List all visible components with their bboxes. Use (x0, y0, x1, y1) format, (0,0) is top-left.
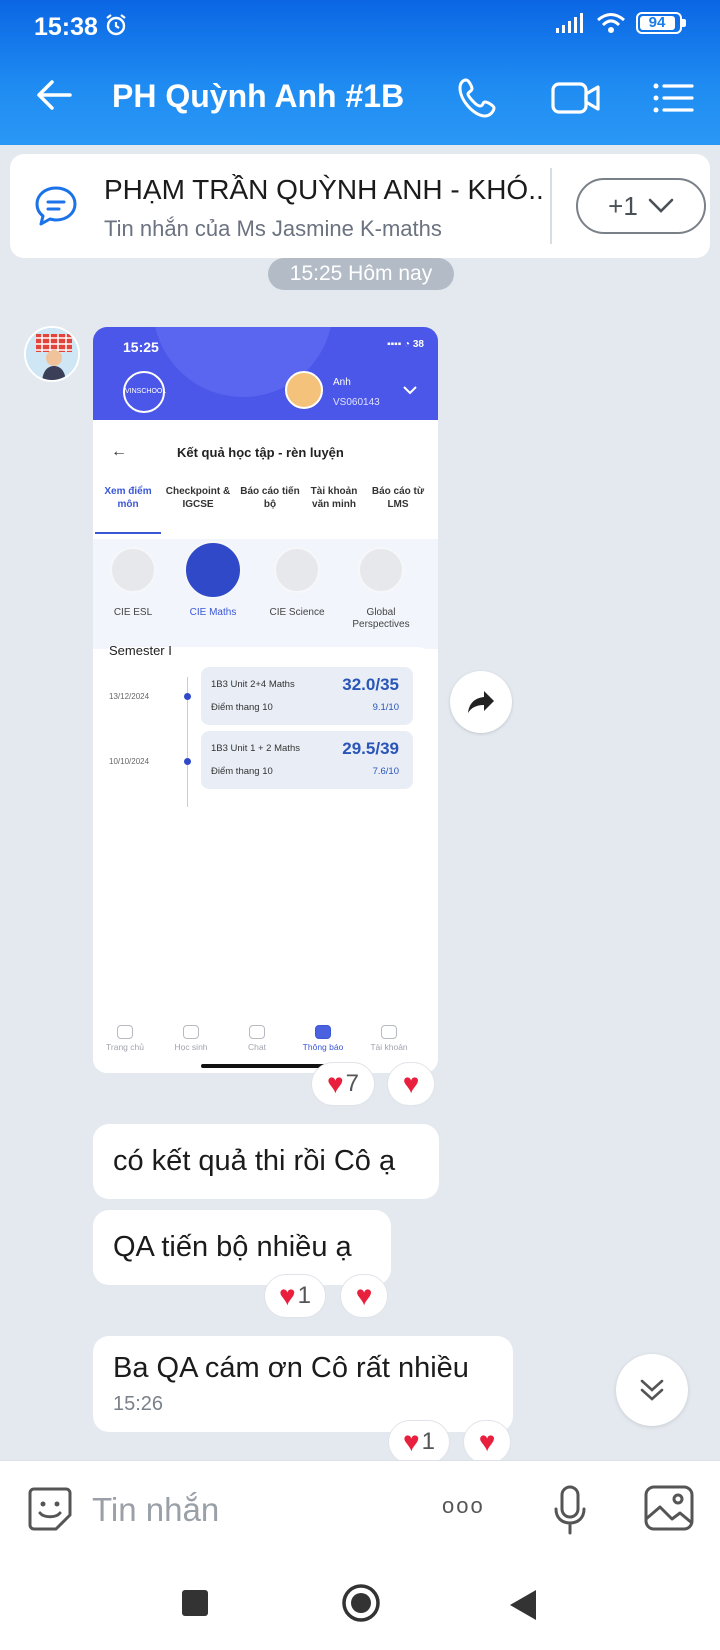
heart-icon: ♥ (327, 1068, 344, 1099)
battery-icon: 94 (636, 12, 686, 34)
pinned-subtitle: Tin nhắn của Ms Jasmine K-maths (104, 216, 442, 241)
sticker-icon[interactable] (26, 1485, 74, 1533)
react-button[interactable]: ♥ (387, 1062, 435, 1106)
image-tab: Báo cáo tiến bộ (240, 486, 300, 510)
system-nav-bar (0, 1558, 720, 1650)
image-nav-item: Tài khoản (359, 1025, 419, 1052)
reaction-count[interactable]: ♥ 7 (311, 1062, 375, 1106)
image-subject: CIE Maths (173, 541, 253, 619)
school-logo: VINSCHOOL (123, 371, 166, 413)
status-bar: 15:38 94 (0, 0, 720, 50)
shared-image-message[interactable]: 15:25 ▪▪▪▪ ◔ 38 VINSCHOOL Anh VS060143 ←… (93, 327, 438, 1073)
react-button[interactable]: ♥ (340, 1274, 388, 1318)
message-time: 15:26 (113, 1393, 164, 1415)
image-subject: CIE ESL (93, 547, 173, 619)
image-app-header: 15:25 ▪▪▪▪ ◔ 38 VINSCHOOL Anh VS060143 (93, 327, 438, 420)
image-tabs: Xem điểm môn Checkpoint & IGCSE Báo cáo … (93, 485, 438, 535)
sender-avatar[interactable] (24, 326, 80, 382)
timeline-dot (184, 693, 191, 700)
message-text: QA tiến bộ nhiều ạ (113, 1231, 352, 1263)
date-separator: 15:25 Hôm nay (268, 258, 454, 290)
avatar-image (26, 328, 78, 380)
heart-icon: ♥ (478, 1426, 496, 1457)
image-tab: Tài khoản văn minh (310, 486, 358, 510)
chat-bubble-icon (35, 186, 77, 226)
home-icon[interactable] (340, 1582, 382, 1624)
image-nav-item: Học sinh (161, 1025, 221, 1052)
scroll-to-bottom-button[interactable] (616, 1354, 688, 1426)
microphone-icon[interactable] (554, 1485, 586, 1535)
image-back-arrow-icon: ← (111, 443, 127, 460)
student-avatar (285, 371, 323, 409)
student-code: VS060143 (333, 397, 380, 408)
image-tab: Xem điểm môn (104, 486, 152, 510)
react-button[interactable]: ♥ (463, 1420, 511, 1464)
image-status-time: 15:25 (123, 339, 159, 355)
pinned-more-count: +1 (608, 190, 638, 221)
signal-icon (556, 13, 583, 33)
forward-button[interactable] (450, 671, 512, 733)
student-name: Anh (333, 377, 351, 388)
forward-arrow-icon (468, 691, 494, 713)
image-nav-item: Trang chủ (95, 1025, 155, 1052)
message-bubble[interactable]: QA tiến bộ nhiều ạ (93, 1210, 391, 1285)
back-arrow-icon[interactable] (34, 75, 74, 115)
recent-apps-icon[interactable] (180, 1588, 210, 1618)
double-chevron-down-icon (640, 1379, 664, 1401)
heart-icon: ♥ (279, 1280, 296, 1311)
image-tab: Checkpoint & IGCSE (165, 486, 231, 510)
video-call-icon[interactable] (550, 76, 602, 120)
message-bubble[interactable]: có kết quả thi rồi Cô ạ (93, 1124, 439, 1199)
result-date: 13/12/2024 (109, 692, 150, 701)
status-time: 15:38 (34, 13, 98, 41)
reaction-count[interactable]: ♥ 1 (388, 1420, 450, 1464)
image-subject: CIE Science (257, 547, 337, 619)
alarm-icon (106, 14, 126, 36)
pinned-message-card[interactable]: PHẠM TRẦN QUỲNH ANH - KHÓ... Tin nhắn củ… (10, 154, 710, 258)
message-composer: Tin nhắn ooo (0, 1460, 720, 1558)
image-tab-underline (95, 532, 161, 534)
divider (550, 168, 552, 244)
result-row: 1B3 Unit 2+4 Maths Điểm thang 10 32.0/35… (201, 667, 413, 725)
message-text: Ba QA cám ơn Cô rất nhiều (113, 1352, 469, 1384)
wifi-icon (597, 13, 625, 33)
menu-list-icon[interactable] (650, 76, 694, 120)
image-semester: Semester I (109, 643, 172, 658)
pinned-more-button[interactable]: +1 (576, 178, 706, 234)
pinned-title: PHẠM TRẦN QUỲNH ANH - KHÓ... (104, 174, 544, 205)
chevron-down-icon (648, 198, 674, 213)
image-home-indicator (201, 1064, 325, 1068)
result-date: 10/10/2024 (109, 757, 150, 766)
message-text: có kết quả thi rồi Cô ạ (113, 1145, 396, 1177)
timeline-dot (184, 758, 191, 765)
image-status-battery: ▪▪▪▪ ◔ 38 (387, 339, 424, 350)
more-options-button[interactable]: ooo (442, 1493, 485, 1519)
image-tab: Báo cáo từ LMS (371, 486, 425, 510)
heart-icon: ♥ (402, 1068, 420, 1099)
image-nav-item: Chat (227, 1025, 287, 1052)
image-page-title: Kết quả học tập - rèn luyện (177, 445, 344, 460)
message-input[interactable]: Tin nhắn (92, 1491, 219, 1529)
reaction-count[interactable]: ♥ 1 (264, 1274, 326, 1318)
back-triangle-icon[interactable] (508, 1588, 538, 1622)
message-bubble[interactable]: Ba QA cám ơn Cô rất nhiều 15:26 (93, 1336, 513, 1432)
heart-icon: ♥ (403, 1426, 420, 1457)
result-row: 1B3 Unit 1 + 2 Maths Điểm thang 10 29.5/… (201, 731, 413, 789)
image-nav-item: Thông báo (293, 1025, 353, 1052)
phone-call-icon[interactable] (456, 76, 500, 120)
chevron-down-icon (403, 386, 417, 395)
image-subject: Global Perspectives (341, 547, 421, 631)
chat-title: PH Quỳnh Anh #1B (112, 78, 405, 114)
image-gallery-icon[interactable] (644, 1485, 694, 1531)
heart-icon: ♥ (355, 1280, 373, 1311)
app-header: 15:38 94 PH Quỳnh Anh #1B (0, 0, 720, 145)
image-subject-row: CIE ESL CIE Maths CIE Science Global Per… (93, 539, 438, 649)
